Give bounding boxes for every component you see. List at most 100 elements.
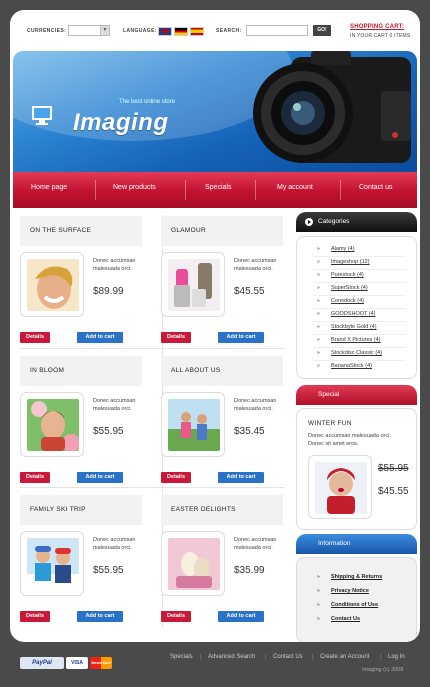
- product-title[interactable]: Glamour: [171, 227, 206, 234]
- nav-contact-us[interactable]: Contact us: [359, 184, 392, 191]
- special-product-title[interactable]: Winter fun: [308, 420, 352, 427]
- details-button[interactable]: Details: [161, 472, 191, 483]
- product-image[interactable]: [27, 399, 79, 451]
- product-price: $45.55: [234, 286, 265, 297]
- double-chevron-icon: »: [317, 311, 320, 317]
- hero-banner: The best online store Imaging: [13, 51, 417, 172]
- product-price: $89.99: [93, 286, 124, 297]
- add-to-cart-button[interactable]: Add to cart: [77, 611, 123, 622]
- arrow-circle-icon: [305, 218, 313, 226]
- add-to-cart-button[interactable]: Add to cart: [77, 332, 123, 343]
- category-link[interactable]: Imageshop (12): [331, 259, 370, 265]
- special-new-price: $45.55: [378, 486, 409, 497]
- category-link[interactable]: Purestock (4): [331, 272, 364, 278]
- double-chevron-icon: »: [317, 337, 320, 343]
- chevron-down-icon: ▼: [100, 26, 109, 35]
- monitor-logo-icon: [32, 106, 52, 125]
- spain-flag-icon[interactable]: [190, 27, 204, 36]
- info-link-privacy[interactable]: Privacy Notice: [331, 588, 369, 594]
- nav-specials[interactable]: Specials: [205, 184, 231, 191]
- double-chevron-icon: »: [317, 602, 320, 608]
- category-link[interactable]: Brand X Pictures (4): [331, 337, 381, 343]
- mastercard-logo: MasterCard: [90, 657, 112, 669]
- product-title[interactable]: On the surface: [30, 227, 91, 234]
- camera-image: [253, 51, 411, 163]
- info-link-contact[interactable]: Contact Us: [331, 616, 360, 622]
- search-input[interactable]: [246, 25, 308, 36]
- product-image[interactable]: [168, 259, 220, 311]
- product-image[interactable]: [168, 538, 220, 590]
- cart-status: In your cart 0 items: [350, 33, 411, 39]
- footer-link-contact-us[interactable]: Contact Us: [273, 654, 303, 660]
- double-chevron-icon: »: [317, 246, 320, 252]
- add-to-cart-button[interactable]: Add to cart: [77, 472, 123, 483]
- product-price: $55.95: [93, 565, 124, 576]
- category-link[interactable]: Stockdisc Classic (4): [331, 350, 382, 356]
- nav-home-page[interactable]: Home page: [31, 184, 67, 191]
- special-header: Special: [296, 385, 417, 405]
- special-title: Special: [318, 391, 340, 398]
- details-button[interactable]: Details: [20, 332, 50, 343]
- information-list: » Shipping & Returns » Privacy Notice » …: [296, 557, 417, 642]
- product-image[interactable]: [27, 538, 79, 590]
- special-description: Donec accumsan malesuada orci. Donec sit…: [308, 433, 391, 447]
- double-chevron-icon: »: [317, 363, 320, 369]
- nav-my-account[interactable]: My account: [277, 184, 313, 191]
- nav-new-products[interactable]: New products: [113, 184, 156, 191]
- info-link-conditions[interactable]: Conditions of Use: [331, 602, 378, 608]
- germany-flag-icon[interactable]: [174, 27, 188, 36]
- details-button[interactable]: Details: [161, 611, 191, 622]
- info-link-shipping[interactable]: Shipping & Returns: [331, 574, 382, 580]
- site-logo[interactable]: Imaging: [73, 109, 169, 137]
- product-image[interactable]: [168, 399, 220, 451]
- product-title[interactable]: All about us: [171, 367, 220, 374]
- double-chevron-icon: »: [317, 259, 320, 265]
- product-description: Donec accumsan malesuada orci.: [93, 258, 136, 272]
- currency-select[interactable]: ▼: [68, 25, 110, 36]
- search-go-button[interactable]: GO!: [313, 25, 331, 36]
- footer-link-create-account[interactable]: Create an Account: [320, 654, 369, 660]
- shopping-cart-link[interactable]: Shopping Cart:: [350, 24, 404, 30]
- product-description: Donec accumsan malesuada orci.: [93, 537, 136, 551]
- main-nav: Home page New products Specials My accou…: [13, 172, 417, 208]
- double-chevron-icon: »: [317, 298, 320, 304]
- category-link[interactable]: Alamy (4): [331, 246, 355, 252]
- footer-link-specials[interactable]: Specials: [170, 654, 193, 660]
- visa-logo: VISA: [66, 657, 88, 669]
- double-chevron-icon: »: [317, 616, 320, 622]
- product-description: Donec accumsan malesuada orci.: [234, 537, 277, 551]
- search-label: Search:: [216, 28, 242, 34]
- currencies-label: Currencies:: [27, 28, 67, 34]
- add-to-cart-button[interactable]: Add to cart: [218, 332, 264, 343]
- information-header: Information: [296, 534, 417, 554]
- product-title[interactable]: Easter delights: [171, 506, 236, 513]
- category-link[interactable]: BananaStock (4): [331, 363, 372, 369]
- banner-tagline: The best online store: [119, 99, 176, 105]
- language-label: Language:: [123, 28, 157, 34]
- category-link[interactable]: GOODSHOOT (4): [331, 311, 376, 317]
- product-title[interactable]: In bloom: [30, 367, 64, 374]
- double-chevron-icon: »: [317, 272, 320, 278]
- add-to-cart-button[interactable]: Add to cart: [218, 472, 264, 483]
- double-chevron-icon: »: [317, 574, 320, 580]
- special-product-image[interactable]: [315, 462, 367, 514]
- details-button[interactable]: Details: [20, 611, 50, 622]
- category-link[interactable]: Stockbyte Gold (4): [331, 324, 377, 330]
- product-price: $35.45: [234, 426, 265, 437]
- add-to-cart-button[interactable]: Add to cart: [218, 611, 264, 622]
- product-price: $35.99: [234, 565, 265, 576]
- page-container: Currencies: ▼ Language: Search: GO! Shop…: [10, 10, 420, 642]
- footer-link-advanced-search[interactable]: Advanced Search: [208, 654, 255, 660]
- category-link[interactable]: SuperStock (4): [331, 285, 368, 291]
- double-chevron-icon: »: [317, 285, 320, 291]
- double-chevron-icon: »: [317, 350, 320, 356]
- product-description: Donec accumsan malesuada orci.: [234, 258, 277, 272]
- details-button[interactable]: Details: [161, 332, 191, 343]
- product-title[interactable]: Family ski trip: [30, 506, 86, 513]
- product-image[interactable]: [27, 259, 79, 311]
- copyright: Imaging (c) 2008: [362, 667, 404, 673]
- category-link[interactable]: Corestock (4): [331, 298, 364, 304]
- details-button[interactable]: Details: [20, 472, 50, 483]
- uk-flag-icon[interactable]: [158, 27, 172, 36]
- footer-link-log-in[interactable]: Log In: [388, 654, 405, 660]
